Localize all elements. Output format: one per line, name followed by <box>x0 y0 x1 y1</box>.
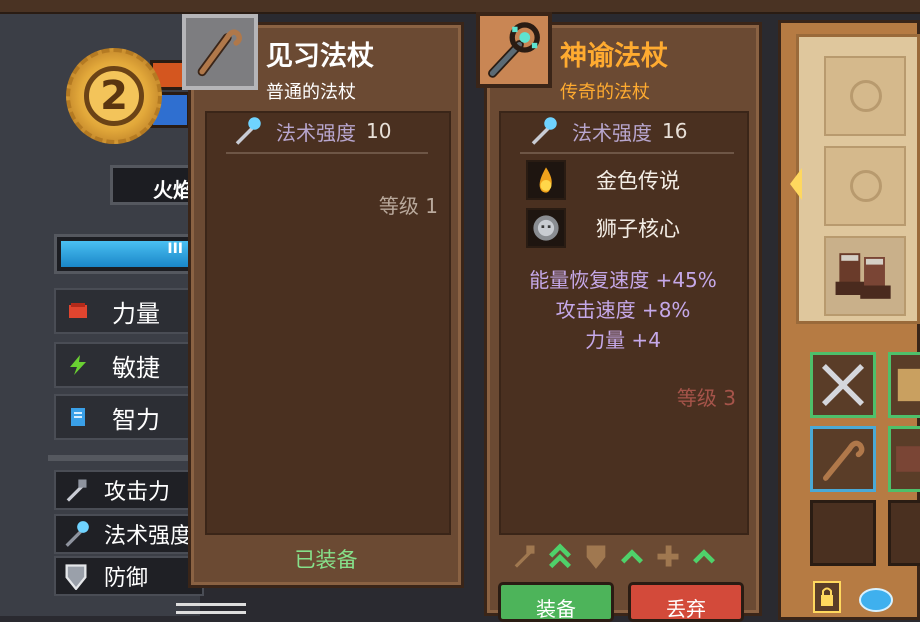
gem-slot-2[interactable]: 狮子核心 <box>526 208 680 248</box>
current-item-subtitle: 普通的法杖 <box>266 82 356 103</box>
new-item-stat: 法术强度 16 <box>528 116 687 146</box>
new-item-level: 等级 3 <box>676 386 736 410</box>
stat-defense[interactable]: 防御 <box>54 556 204 596</box>
inventory-slot-armor[interactable] <box>888 426 920 492</box>
character-name-box[interactable]: 火焰 <box>110 165 200 205</box>
inventory-slot-empty-1[interactable] <box>810 500 876 566</box>
current-item-body <box>205 111 451 535</box>
experience-bar-fill: III <box>61 241 197 267</box>
wand-icon <box>531 117 557 145</box>
wand-icon <box>235 117 261 145</box>
top-frame-strip <box>0 0 920 14</box>
armor-item-icon <box>896 446 920 472</box>
stat-spell-power[interactable]: 法术强度 <box>54 514 204 554</box>
lion-core-icon <box>526 208 566 248</box>
equipment-slot-ring[interactable] <box>824 146 906 226</box>
bonus-energy-regen: 能量恢复速度 +45% <box>529 268 717 292</box>
current-item-card <box>188 22 464 588</box>
stat-strength-label: 力量 <box>112 299 160 328</box>
ring-slot-icon <box>850 170 882 202</box>
level-number: 2 <box>84 66 144 126</box>
new-item-divider <box>520 152 734 154</box>
experience-bar: III <box>54 234 204 274</box>
current-item-title: 见习法杖 <box>266 41 374 72</box>
new-item-subtitle: 传奇的法杖 <box>560 82 650 103</box>
stat-agility-label: 敏捷 <box>112 353 160 382</box>
equipment-slot-amulet[interactable] <box>824 56 906 136</box>
stat-strength[interactable]: 力量 <box>54 288 204 334</box>
stat-intelligence[interactable]: 智力 <box>54 394 204 440</box>
lightning-icon <box>70 355 86 375</box>
current-item-stat: 法术强度 10 <box>232 116 391 146</box>
collapse-arrow-icon[interactable] <box>790 168 802 200</box>
stat-attack-label: 攻击力 <box>104 480 171 505</box>
sword-upgrade-icon <box>514 545 535 568</box>
scroll-indicator <box>176 603 246 606</box>
gem-slot-1[interactable]: 金色传说 <box>526 160 680 200</box>
current-item-stat-label: 法术强度 <box>276 120 356 145</box>
shield-upgrade-icon <box>586 545 606 569</box>
double-chevron-up-icon <box>549 543 571 569</box>
flame-gem-icon <box>526 160 566 200</box>
boots-icon <box>835 253 891 299</box>
upgrade-indicators <box>510 542 718 570</box>
new-item-title: 神谕法杖 <box>560 41 668 72</box>
stat-agility[interactable]: 敏捷 <box>54 342 204 388</box>
wand-icon <box>65 521 89 547</box>
inventory-slot-swords[interactable] <box>810 352 876 418</box>
book-icon <box>71 408 85 426</box>
bonus-attack-speed: 攻击速度 +8% <box>555 298 691 322</box>
equipment-slot-boots[interactable] <box>824 236 906 316</box>
level-badge: 2 <box>66 48 162 144</box>
sword-icon <box>66 479 87 502</box>
new-item-stat-value: 16 <box>662 119 688 143</box>
scroll-item-icon <box>897 368 920 402</box>
equipped-label: 已装备 <box>294 548 358 572</box>
fist-icon <box>69 303 87 318</box>
inventory-slot-staff[interactable] <box>810 426 876 492</box>
current-item-level: 等级 1 <box>378 194 438 218</box>
stat-defense-label: 防御 <box>104 566 149 591</box>
stats-divider <box>48 455 208 461</box>
apprentice-staff-icon <box>823 440 865 481</box>
bonus-strength: 力量 +4 <box>585 328 661 352</box>
gem-1-label: 金色传说 <box>596 169 680 193</box>
shield-icon <box>65 564 87 590</box>
new-item-stat-label: 法术强度 <box>572 120 652 145</box>
inventory-slot-empty-2[interactable] <box>888 500 920 566</box>
lock-icon[interactable] <box>810 580 844 614</box>
apprentice-staff-icon <box>182 14 258 90</box>
stat-intelligence-label: 智力 <box>112 405 160 434</box>
crossed-swords-icon <box>821 363 865 407</box>
amulet-slot-icon <box>850 80 882 112</box>
gem-2-label: 狮子核心 <box>596 217 680 241</box>
inventory-slot-scroll[interactable] <box>888 352 920 418</box>
gem-currency-icon[interactable] <box>856 580 896 614</box>
chevron-up-icon <box>693 549 715 564</box>
plus-icon <box>657 545 679 567</box>
chevron-up-icon <box>621 549 643 564</box>
stat-spell-power-label: 法术强度 <box>104 524 193 549</box>
drop-button[interactable]: 丢弃 <box>628 582 744 622</box>
current-item-divider <box>226 152 428 154</box>
equip-button[interactable]: 装备 <box>498 582 614 622</box>
current-item-stat-value: 10 <box>366 119 392 143</box>
oracle-staff-icon <box>476 12 552 88</box>
stat-attack[interactable]: 攻击力 <box>54 470 204 510</box>
